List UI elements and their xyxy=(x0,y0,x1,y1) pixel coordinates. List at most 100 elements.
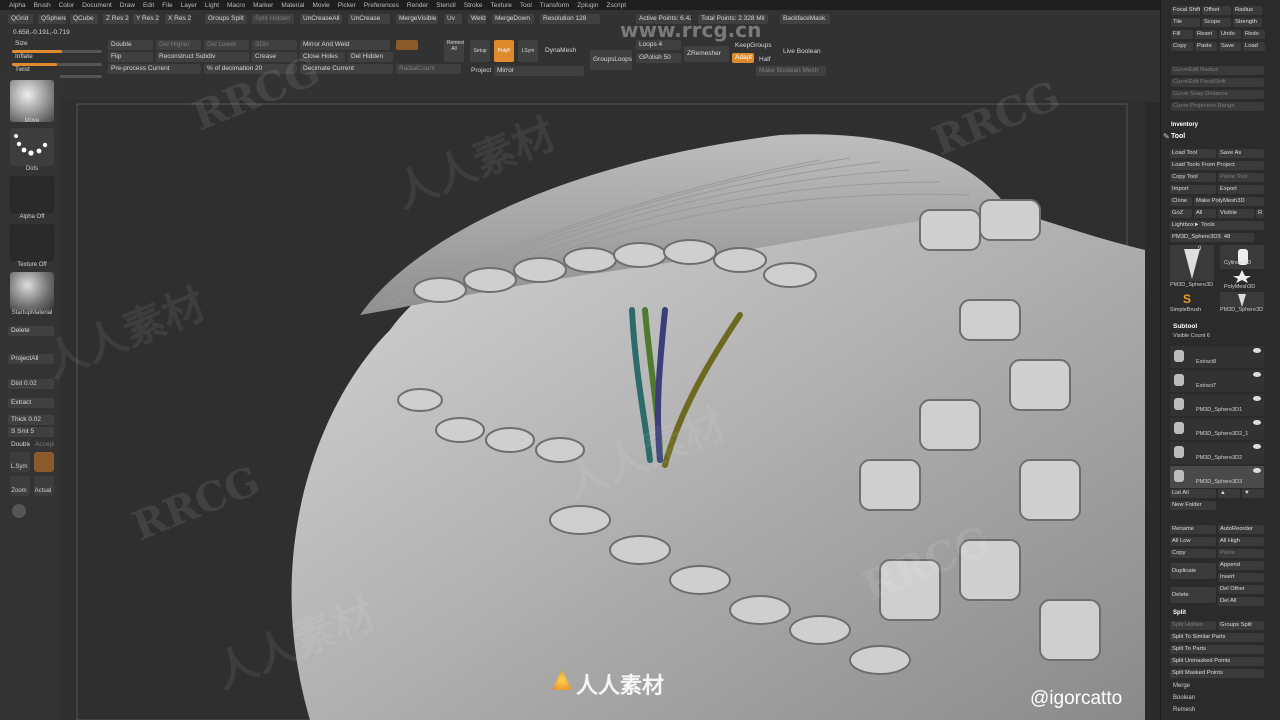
goz-all-button[interactable]: All xyxy=(1194,209,1216,218)
split-parts-button[interactable]: Split To Parts xyxy=(1170,645,1264,654)
all-low-button[interactable]: All Low xyxy=(1170,537,1216,546)
tray-item-curveedit-radius[interactable]: CurveEdit Radius xyxy=(1171,66,1264,75)
topbar-btn-qgrid[interactable]: QGrid xyxy=(8,14,33,24)
arrow-up-button[interactable]: ▲ xyxy=(1218,489,1240,498)
thick-slider[interactable]: Thick 0.02 xyxy=(8,415,54,425)
tray-item-redo[interactable]: Redo xyxy=(1243,30,1265,39)
del-higher-button[interactable]: Del Higher xyxy=(156,40,201,50)
transp-icon[interactable] xyxy=(34,452,54,472)
tray-item-fill[interactable]: Fill xyxy=(1171,30,1193,39)
merge-section[interactable]: Merge xyxy=(1173,683,1190,689)
zremesher-button[interactable]: ZRemesher xyxy=(684,46,729,62)
goz-button[interactable]: GoZ xyxy=(1170,209,1192,218)
menu-item-material[interactable]: Material xyxy=(281,2,304,9)
new-folder-button[interactable]: New Folder xyxy=(1170,501,1216,510)
topbar-btn-uncrease[interactable]: UnCrease xyxy=(348,14,390,24)
polymesh-star-icon[interactable] xyxy=(1220,269,1264,283)
menu-item-draw[interactable]: Draw xyxy=(120,2,135,9)
remesh-all-button[interactable]: Remesh All xyxy=(444,40,464,62)
tray-item-focal-shift[interactable]: Focal Shift xyxy=(1171,6,1200,15)
split-hidden-button[interactable]: Split Hidden xyxy=(1170,621,1216,630)
current-tool-slider[interactable]: PM3D_Sphere3D3. 48 xyxy=(1170,233,1254,242)
boolean-section[interactable]: Boolean xyxy=(1173,695,1195,701)
append-button[interactable]: Append xyxy=(1218,561,1264,570)
tool-thumb-sphere-2[interactable] xyxy=(1220,292,1264,308)
tray-item-curveedit-focalshift[interactable]: CurveEdit FocalShift xyxy=(1171,78,1264,87)
split-section[interactable]: Split xyxy=(1173,610,1186,616)
delete-button[interactable]: Delete xyxy=(8,326,54,336)
rename-button[interactable]: Rename xyxy=(1170,525,1216,534)
remesh-section[interactable]: Remesh xyxy=(1173,707,1195,713)
split-masked-button[interactable]: Split Masked Points xyxy=(1170,669,1264,678)
menu-item-preferences[interactable]: Preferences xyxy=(364,2,399,9)
live-boolean-button[interactable]: Live Boolean xyxy=(780,47,840,57)
all-high-button[interactable]: All High xyxy=(1218,537,1264,546)
arrow-down-button[interactable]: ▼ xyxy=(1242,489,1264,498)
topbar-btn-mergevisible[interactable]: MergeVisible xyxy=(396,14,438,24)
del-lower-button[interactable]: Del Lower xyxy=(204,40,249,50)
material-sphere-icon[interactable] xyxy=(10,272,54,310)
split-similar-button[interactable]: Split To Similar Parts xyxy=(1170,633,1264,642)
keep-groups-button[interactable]: KeepGroups xyxy=(732,41,777,51)
subtool-row[interactable]: PM3D_Sphere3D1 xyxy=(1170,394,1264,416)
load-from-project-button[interactable]: Load Tools From Project xyxy=(1170,161,1264,170)
move-brush-icon[interactable] xyxy=(10,80,54,122)
tray-item-reset[interactable]: Reset xyxy=(1195,30,1217,39)
visibility-eye-icon[interactable] xyxy=(1253,372,1261,377)
preprocess-button[interactable]: Pre-process Current xyxy=(108,64,201,74)
tray-item-offset[interactable]: Offset xyxy=(1202,6,1231,15)
visibility-eye-icon[interactable] xyxy=(1253,420,1261,425)
polyf-button[interactable]: PolyF xyxy=(494,40,514,62)
menu-item-tool[interactable]: Tool xyxy=(520,2,532,9)
visibility-eye-icon[interactable] xyxy=(1253,396,1261,401)
tray-item-undo[interactable]: Undo xyxy=(1219,30,1241,39)
menu-item-layer[interactable]: Layer xyxy=(181,2,197,9)
import-button[interactable]: Import xyxy=(1170,185,1216,194)
tray-item-copy[interactable]: Copy xyxy=(1171,42,1193,51)
menu-item-marker[interactable]: Marker xyxy=(253,2,273,9)
lsym-button[interactable]: LSym xyxy=(518,40,538,62)
reconstruct-subdiv-button[interactable]: Reconstruct Subdiv xyxy=(156,52,249,62)
menu-item-movie[interactable]: Movie xyxy=(312,2,329,9)
menu-item-texture[interactable]: Texture xyxy=(491,2,512,9)
decimation-slider[interactable]: % of decimation 20 xyxy=(204,64,297,74)
topbar-btn-mergedown[interactable]: MergeDown xyxy=(492,14,534,24)
copy-tool-button[interactable]: Copy Tool xyxy=(1170,173,1216,182)
subtool-title[interactable]: Subtool xyxy=(1173,323,1197,330)
menu-item-render[interactable]: Render xyxy=(407,2,428,9)
crease-button[interactable]: Crease xyxy=(252,52,297,62)
simplebrush-icon[interactable]: S xyxy=(1183,292,1191,306)
load-tool-button[interactable]: Load Tool xyxy=(1170,149,1216,158)
adapt-button[interactable]: Adapt xyxy=(732,53,754,63)
color-swatch[interactable] xyxy=(396,40,418,50)
topbar-btn-qcube[interactable]: QCube xyxy=(70,14,98,24)
accept-button[interactable]: Accept xyxy=(32,440,54,450)
auto-reorder-button[interactable]: AutoReorder xyxy=(1218,525,1264,534)
tray-item-save[interactable]: Save xyxy=(1219,42,1241,51)
s-smt-slider[interactable]: S Smt 5 xyxy=(8,427,54,437)
tray-item-load[interactable]: Load xyxy=(1243,42,1265,51)
make-boolean-button[interactable]: Make Boolean Mesh xyxy=(756,66,826,76)
topbar-btn-weld[interactable]: Weld xyxy=(468,14,486,24)
dots-stroke-icon[interactable] xyxy=(10,128,54,166)
double-button-left[interactable]: Double xyxy=(8,440,30,450)
menu-item-picker[interactable]: Picker xyxy=(338,2,356,9)
goz-visible-button[interactable]: Visible xyxy=(1218,209,1254,218)
copy-button[interactable]: Copy xyxy=(1170,549,1216,558)
tray-item-strength[interactable]: Strength xyxy=(1233,18,1262,27)
tray-item-paste[interactable]: Paste xyxy=(1195,42,1217,51)
topbar-btn-backfacemask[interactable]: BackfaceMask xyxy=(780,14,830,24)
alpha-slot[interactable] xyxy=(10,176,54,214)
menu-item-file[interactable]: File xyxy=(162,2,172,9)
mirror-slider[interactable]: Mirror xyxy=(494,66,584,76)
duplicate-button[interactable]: Duplicate xyxy=(1170,563,1216,579)
tray-item-radius[interactable]: Radius xyxy=(1233,6,1262,15)
menu-item-stencil[interactable]: Stencil xyxy=(436,2,456,9)
double-button[interactable]: Double xyxy=(108,40,153,50)
topbar-btn-uv[interactable]: Uv xyxy=(444,14,462,24)
mirror-weld-button[interactable]: Mirror And Weld xyxy=(300,40,390,50)
make-polymesh-button[interactable]: Make PolyMesh3D xyxy=(1194,197,1264,206)
export-button[interactable]: Export xyxy=(1218,185,1264,194)
tray-item-scope[interactable]: Scope xyxy=(1202,18,1231,27)
tool-thumb-sphere[interactable] xyxy=(1170,245,1214,281)
